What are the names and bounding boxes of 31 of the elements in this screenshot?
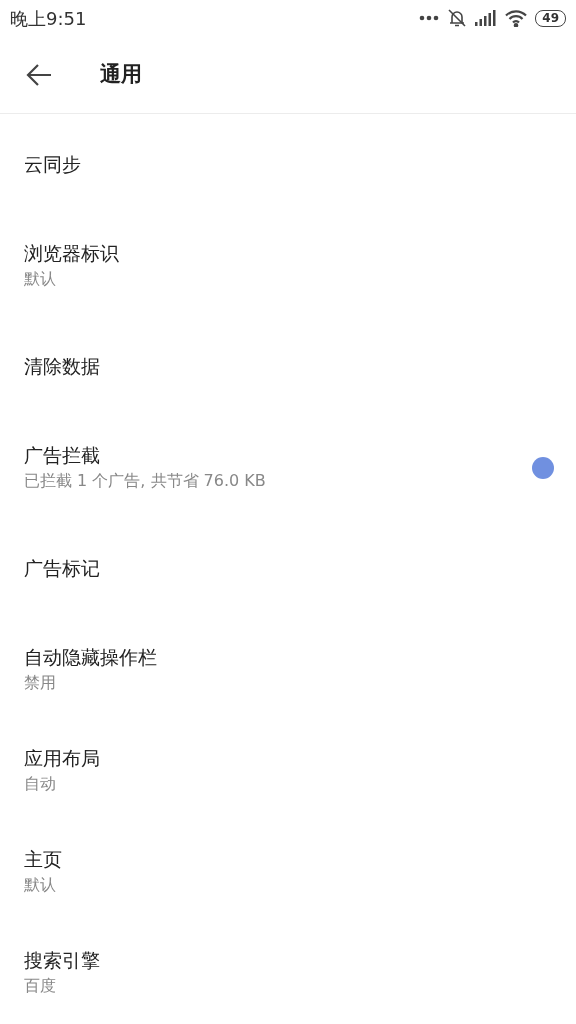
item-subtitle: 百度 [24,975,57,997]
battery-indicator: 49 [535,9,566,27]
page-title: 通用 [100,60,142,88]
settings-item[interactable]: 搜索引擎 百度 [0,922,576,1023]
item-title: 清除数据 [24,354,100,379]
settings-item[interactable]: 自动隐藏操作栏 禁用 [0,619,576,720]
settings-item[interactable]: 浏览器标识 默认 [0,215,576,316]
settings-item[interactable]: 清除数据 [0,316,576,417]
settings-item[interactable]: 主页 默认 [0,821,576,922]
more-dots-icon [419,15,440,21]
item-title: 搜索引擎 [24,948,100,973]
item-title: 广告标记 [24,556,100,581]
item-title: 浏览器标识 [24,241,119,266]
item-title: 自动隐藏操作栏 [24,645,157,670]
signal-icon [475,10,498,26]
settings-item[interactable]: 广告拦截 已拦截 1 个广告, 共节省 76.0 KB [0,417,576,518]
item-title: 广告拦截 [24,443,101,468]
item-subtitle: 默认 [24,874,57,896]
item-title: 应用布局 [24,746,100,771]
item-subtitle: 已拦截 1 个广告, 共节省 76.0 KB [24,470,266,492]
item-subtitle: 自动 [24,773,57,795]
settings-item[interactable]: 广告标记 [0,518,576,619]
item-title: 主页 [24,847,62,872]
item-title: 云同步 [24,152,81,177]
item-subtitle: 禁用 [24,672,57,694]
settings-item[interactable]: 云同步 [0,114,576,215]
wifi-icon [505,9,528,27]
item-subtitle: 默认 [24,268,57,290]
muted-bell-icon [447,8,468,28]
status-time: 晚上9:51 [10,6,87,31]
settings-item[interactable]: 应用布局 自动 [0,720,576,821]
